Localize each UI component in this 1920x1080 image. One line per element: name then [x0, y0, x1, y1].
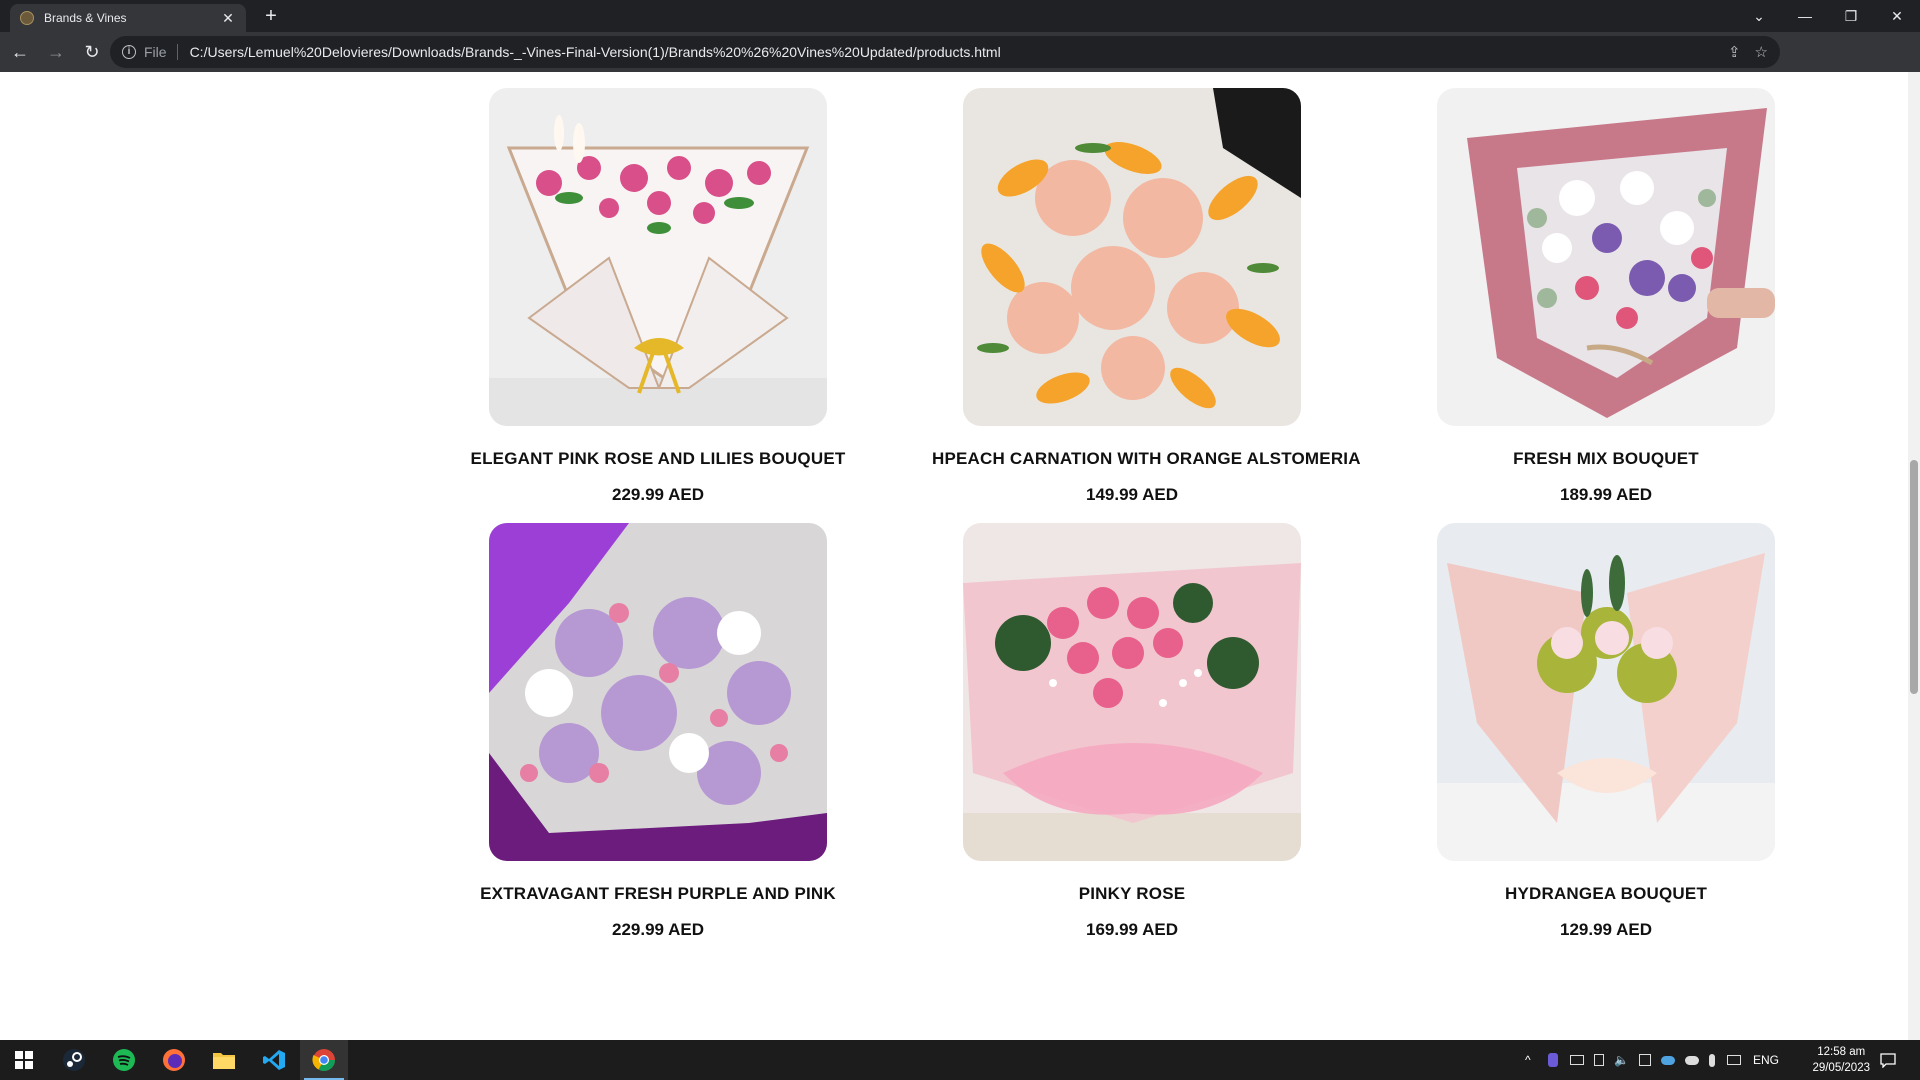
site-info-icon[interactable]: i	[122, 45, 136, 59]
product-image[interactable]	[1437, 88, 1775, 426]
forward-button[interactable]: →	[40, 36, 72, 68]
clock-time: 12:58 am	[1817, 1046, 1866, 1058]
url-text[interactable]: C:/Users/Lemuel%20Delovieres/Downloads/B…	[190, 44, 1714, 60]
url-scheme-label: File	[144, 44, 167, 60]
product-name[interactable]: PINKY ROSE	[932, 884, 1332, 904]
tray-overflow-icon[interactable]: ^	[1525, 1040, 1531, 1080]
clock-date: 29/05/2023	[1812, 1062, 1870, 1074]
tab-close-icon[interactable]: ✕	[220, 10, 236, 27]
product-card[interactable]: FRESH MIX BOUQUET 189.99 AED	[1406, 88, 1806, 505]
tab-search-chevron-icon[interactable]: ⌄	[1736, 0, 1782, 32]
notifications-icon[interactable]	[1880, 1040, 1896, 1080]
product-price: 189.99 AED	[1560, 485, 1652, 504]
file-explorer-icon[interactable]	[200, 1040, 248, 1080]
product-image[interactable]	[963, 523, 1301, 861]
windows-taskbar: ^ 🔈 ENG 12:58 am 29/05/2023	[0, 1040, 1920, 1080]
product-card[interactable]: ELEGANT PINK ROSE AND LILIES BOUQUET 229…	[458, 88, 858, 505]
tab-title: Brands & Vines	[44, 11, 127, 25]
product-image[interactable]	[489, 523, 827, 861]
close-window-button[interactable]: ✕	[1874, 0, 1920, 32]
language-indicator[interactable]: ENG	[1753, 1053, 1779, 1067]
product-card[interactable]: PINKY ROSE 169.99 AED	[932, 523, 1332, 940]
vscode-icon[interactable]	[250, 1040, 298, 1080]
product-card[interactable]: HPEACH CARNATION WITH ORANGE ALSTOMERIA …	[932, 88, 1361, 505]
product-name[interactable]: FRESH MIX BOUQUET	[1406, 449, 1806, 469]
spotify-icon[interactable]	[100, 1040, 148, 1080]
chrome-icon[interactable]	[300, 1040, 348, 1080]
product-image[interactable]	[489, 88, 827, 426]
product-price: 169.99 AED	[1086, 920, 1178, 939]
product-name[interactable]: EXTRAVAGANT FRESH PURPLE AND PINK	[458, 884, 858, 904]
product-card[interactable]: HYDRANGEA BOUQUET 129.99 AED	[1406, 523, 1806, 940]
page-viewport: ELEGANT PINK ROSE AND LILIES BOUQUET 229…	[0, 72, 1920, 1040]
browser-tab-strip: Brands & Vines ✕ + ⌄ — ❐ ✕	[0, 0, 1920, 32]
browser-toolbar: ← → ↻ i File C:/Users/Lemuel%20Deloviere…	[0, 32, 1920, 93]
product-price: 229.99 AED	[612, 920, 704, 939]
product-card[interactable]: EXTRAVAGANT FRESH PURPLE AND PINK 229.99…	[458, 523, 858, 940]
product-price: 129.99 AED	[1560, 920, 1652, 939]
product-image[interactable]	[963, 88, 1301, 426]
back-button[interactable]: ←	[4, 36, 36, 68]
omnibox-divider	[176, 44, 178, 60]
scrollbar-thumb[interactable]	[1910, 460, 1918, 694]
minimize-button[interactable]: —	[1782, 0, 1828, 32]
new-tab-button[interactable]: +	[260, 5, 282, 27]
system-clock[interactable]: 12:58 am 29/05/2023	[1812, 1044, 1870, 1076]
site-favicon-icon	[20, 11, 34, 25]
share-icon[interactable]: ⇪	[1728, 43, 1741, 61]
address-bar[interactable]: i File C:/Users/Lemuel%20Delovieres/Down…	[110, 36, 1780, 68]
network-icon[interactable]	[1726, 1055, 1741, 1065]
bookmark-star-icon[interactable]: ☆	[1755, 43, 1768, 61]
page-scrollbar[interactable]	[1908, 72, 1920, 1040]
volume-icon[interactable]: 🔈	[1614, 1053, 1629, 1067]
steam-icon[interactable]	[50, 1040, 98, 1080]
restore-button[interactable]: ❐	[1828, 0, 1874, 32]
product-name[interactable]: ELEGANT PINK ROSE AND LILIES BOUQUET	[458, 449, 858, 469]
windows-start-icon[interactable]	[0, 1040, 48, 1080]
product-name[interactable]: HYDRANGEA BOUQUET	[1406, 884, 1806, 904]
product-image[interactable]	[1437, 523, 1775, 861]
reload-button[interactable]: ↻	[76, 36, 108, 68]
firefox-icon[interactable]	[150, 1040, 198, 1080]
tray-app-icons[interactable]: 🔈 ENG	[1548, 1040, 1779, 1080]
product-name[interactable]: HPEACH CARNATION WITH ORANGE ALSTOMERIA	[932, 449, 1361, 469]
product-price: 149.99 AED	[1086, 485, 1178, 504]
product-price: 229.99 AED	[612, 485, 704, 504]
browser-tab[interactable]: Brands & Vines ✕	[10, 4, 246, 32]
